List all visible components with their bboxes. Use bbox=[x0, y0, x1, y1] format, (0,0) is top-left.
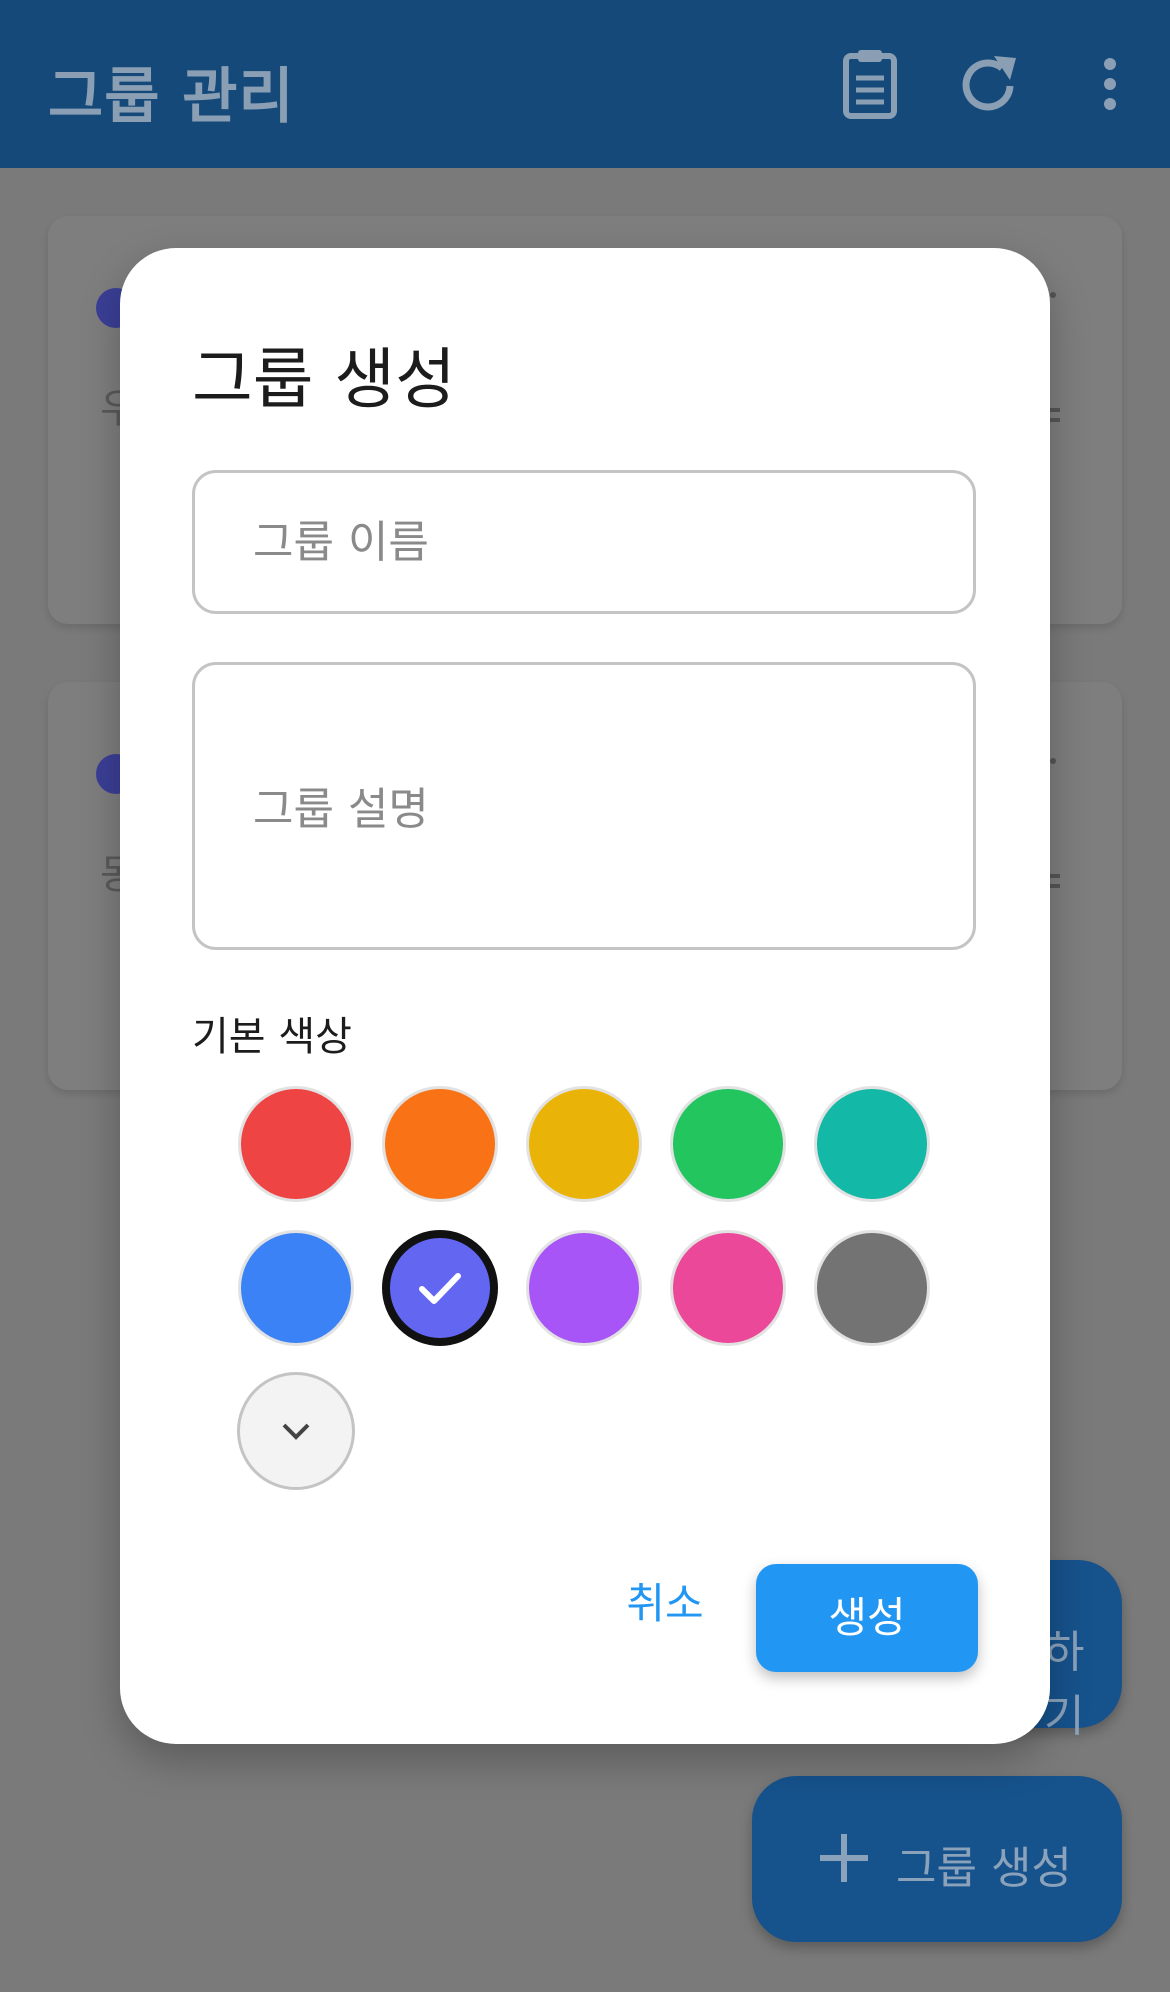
create-group-dialog: 그룹 생성 기본 색상 취소 생성 bbox=[120, 248, 1050, 1744]
check-icon bbox=[419, 1273, 461, 1304]
color-swatch[interactable] bbox=[238, 1230, 354, 1346]
color-swatch[interactable] bbox=[526, 1086, 642, 1202]
group-name-input[interactable] bbox=[195, 473, 973, 611]
cancel-button[interactable]: 취소 bbox=[580, 1564, 750, 1644]
more-vert-icon[interactable] bbox=[1070, 46, 1150, 126]
chevron-down-icon bbox=[282, 1423, 310, 1440]
group-description-input[interactable] bbox=[195, 665, 973, 947]
create-group-fab-label: 그룹 생성 bbox=[896, 1843, 1072, 1894]
more-vert-icon bbox=[1050, 758, 1056, 764]
refresh-icon[interactable] bbox=[950, 46, 1030, 126]
secondary-fab-label: 하기 bbox=[1044, 1627, 1085, 1742]
group-name-field[interactable] bbox=[192, 470, 976, 614]
create-button[interactable]: 생성 bbox=[756, 1564, 978, 1672]
plus-icon bbox=[812, 1826, 876, 1894]
dialog-title: 그룹 생성 bbox=[192, 341, 456, 418]
color-swatch[interactable] bbox=[670, 1086, 786, 1202]
app-bar: 그룹 관리 bbox=[0, 0, 1170, 168]
group-description-field[interactable] bbox=[192, 662, 976, 950]
color-swatch[interactable] bbox=[670, 1230, 786, 1346]
color-swatch[interactable] bbox=[382, 1086, 498, 1202]
expand-colors-button[interactable] bbox=[237, 1372, 355, 1490]
page-title: 그룹 관리 bbox=[48, 62, 295, 132]
create-group-fab: 그룹 생성 bbox=[752, 1776, 1122, 1942]
color-swatch[interactable] bbox=[814, 1086, 930, 1202]
more-vert-icon bbox=[1050, 292, 1056, 298]
color-swatch[interactable] bbox=[238, 1086, 354, 1202]
color-swatch[interactable] bbox=[526, 1230, 642, 1346]
color-swatch[interactable] bbox=[382, 1230, 498, 1346]
clipboard-icon[interactable] bbox=[830, 46, 910, 126]
color-swatch[interactable] bbox=[814, 1230, 930, 1346]
color-section-label: 기본 색상 bbox=[192, 1014, 352, 1060]
